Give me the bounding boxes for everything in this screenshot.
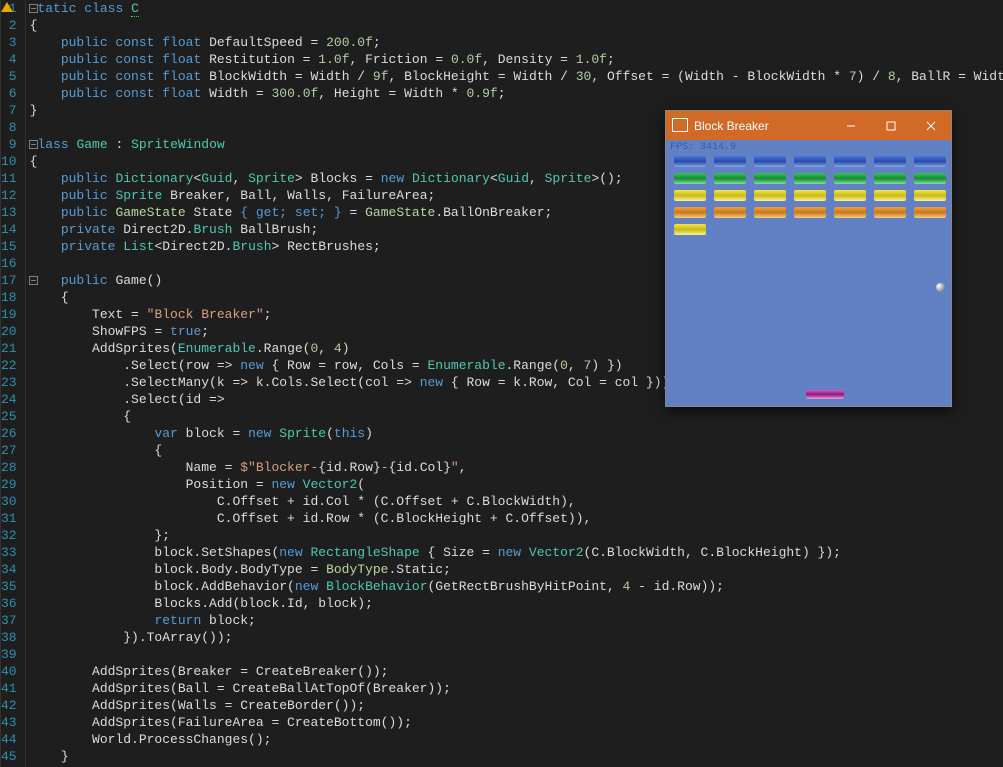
line-number-gutter: 1234567891011121314151617181920212223242… (1, 0, 26, 767)
close-button[interactable] (911, 111, 951, 140)
block (874, 207, 906, 218)
maximize-button[interactable] (871, 111, 911, 140)
fold-toggle[interactable] (29, 4, 38, 13)
block (674, 190, 706, 201)
error-strip (0, 0, 1, 767)
block (754, 156, 786, 167)
block (674, 173, 706, 184)
app-icon (674, 120, 688, 132)
block (874, 173, 906, 184)
block (834, 190, 866, 201)
block (874, 156, 906, 167)
window-title: Block Breaker (694, 119, 831, 133)
block (794, 207, 826, 218)
fold-toggle[interactable] (29, 140, 38, 149)
block (754, 173, 786, 184)
block (794, 173, 826, 184)
minimize-button[interactable] (831, 111, 871, 140)
block (714, 207, 746, 218)
block (874, 190, 906, 201)
block-breaker-window: Block Breaker FPS: 3414.9 (665, 110, 952, 407)
block (914, 156, 946, 167)
block (794, 190, 826, 201)
block (674, 207, 706, 218)
fold-toggle[interactable] (29, 276, 38, 285)
block (674, 156, 706, 167)
block (834, 173, 866, 184)
block (834, 207, 866, 218)
ball (936, 283, 945, 292)
block (674, 224, 706, 235)
block (714, 156, 746, 167)
block (714, 173, 746, 184)
paddle (806, 390, 844, 399)
block (754, 207, 786, 218)
block (914, 190, 946, 201)
titlebar[interactable]: Block Breaker (666, 111, 951, 140)
block (914, 207, 946, 218)
fps-counter: FPS: 3414.9 (670, 142, 736, 153)
block (754, 190, 786, 201)
warning-icon (1, 2, 13, 12)
block (714, 190, 746, 201)
block (834, 156, 866, 167)
game-canvas: FPS: 3414.9 (666, 140, 951, 406)
block (914, 173, 946, 184)
block (794, 156, 826, 167)
